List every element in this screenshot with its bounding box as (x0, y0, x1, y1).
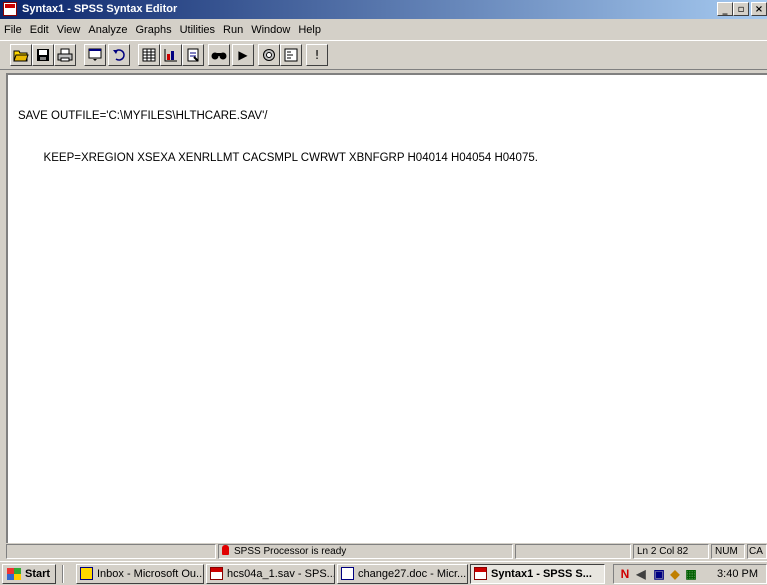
menu-bar: File Edit View Analyze Graphs Utilities … (0, 21, 767, 39)
status-bar: SPSS Processor is ready Ln 2 Col 82 NUM … (0, 543, 767, 560)
task-outlook[interactable]: Inbox - Microsoft Ou... (76, 564, 204, 584)
status-panel-blank (6, 544, 216, 559)
status-panel-blank-2 (515, 544, 631, 559)
volume-icon[interactable]: ◀ (634, 567, 648, 581)
print-icon[interactable] (54, 44, 76, 66)
menu-view[interactable]: View (53, 24, 85, 36)
task-spss-syntax[interactable]: Syntax1 - SPSS S... (470, 564, 605, 584)
tray-utility-icon[interactable]: ◆ (668, 567, 682, 581)
tray-app-icon[interactable]: ▣ (652, 567, 666, 581)
menu-graphs[interactable]: Graphs (132, 24, 176, 36)
maximize-button[interactable]: ▫ (733, 2, 749, 16)
task-label: change27.doc - Micr... (358, 568, 467, 580)
syntax-editor[interactable]: SAVE OUTFILE='C:\MYFILES\HLTHCARE.SAV'/ … (6, 73, 767, 543)
taskbar-separator (62, 565, 64, 583)
variables-icon[interactable] (182, 44, 204, 66)
spss-app-icon[interactable] (3, 2, 17, 16)
processor-status: SPSS Processor is ready (218, 544, 513, 559)
syntax-line-2: KEEP=XREGION XSEXA XENRLLMT CACSMPL CWRW… (18, 152, 538, 164)
window-title: Syntax1 - SPSS Syntax Editor (22, 3, 178, 15)
menu-utilities[interactable]: Utilities (176, 24, 219, 36)
minimize-button[interactable]: _ (717, 2, 733, 16)
clock[interactable]: 3:40 PM (717, 568, 758, 580)
task-word-doc[interactable]: change27.doc - Micr... (337, 564, 468, 584)
system-tray: N ◀ ▣ ◆ ▦ 3:40 PM (613, 564, 767, 584)
menu-analyze[interactable]: Analyze (84, 24, 131, 36)
start-button[interactable]: Start (2, 564, 56, 584)
taskbar: Start Inbox - Microsoft Ou... hcs04a_1.s… (0, 561, 767, 585)
start-label: Start (25, 568, 51, 580)
goto-data-icon[interactable] (138, 44, 160, 66)
cursor-position: Ln 2 Col 82 (633, 544, 709, 559)
title-bar[interactable]: Syntax1 - SPSS Syntax Editor _ ▫ × (0, 0, 767, 19)
syntax-line-1: SAVE OUTFILE='C:\MYFILES\HLTHCARE.SAV'/ (18, 110, 268, 122)
task-spss-data[interactable]: hcs04a_1.sav - SPS... (206, 564, 335, 584)
close-button[interactable]: × (751, 2, 767, 16)
save-icon[interactable] (32, 44, 54, 66)
num-lock-indicator: NUM (711, 544, 745, 559)
designate-window-icon[interactable]: ! (306, 44, 328, 66)
menu-file[interactable]: File (0, 24, 26, 36)
dialog-recall-icon[interactable] (84, 44, 106, 66)
find-icon[interactable] (208, 44, 230, 66)
task-label: hcs04a_1.sav - SPS... (227, 568, 335, 580)
window-controls: _ ▫ × (717, 2, 767, 16)
task-label: Inbox - Microsoft Ou... (97, 568, 204, 580)
processor-light-icon (222, 545, 229, 555)
syntax-help-icon[interactable] (280, 44, 302, 66)
menu-window[interactable]: Window (247, 24, 294, 36)
spss-syntax-icon (474, 567, 487, 580)
caps-lock-indicator: CA (747, 544, 767, 559)
word-doc-icon (341, 567, 354, 580)
run-icon[interactable]: ▶ (232, 44, 254, 66)
windows-logo-icon (7, 568, 21, 580)
open-folder-icon[interactable] (10, 44, 32, 66)
spss-data-icon (210, 567, 223, 580)
task-label: Syntax1 - SPSS S... (491, 568, 592, 580)
menu-help[interactable]: Help (294, 24, 325, 36)
use-sets-icon[interactable] (258, 44, 280, 66)
menu-run[interactable]: Run (219, 24, 247, 36)
syntax-text[interactable]: SAVE OUTFILE='C:\MYFILES\HLTHCARE.SAV'/ … (18, 81, 538, 193)
network-icon[interactable]: ▦ (684, 567, 698, 581)
norton-icon[interactable]: N (618, 567, 632, 581)
goto-chart-icon[interactable] (160, 44, 182, 66)
processor-status-text: SPSS Processor is ready (234, 546, 347, 557)
menu-edit[interactable]: Edit (26, 24, 53, 36)
outlook-icon (80, 567, 93, 580)
undo-icon[interactable] (108, 44, 130, 66)
toolbar: ▶ ! (0, 40, 767, 70)
